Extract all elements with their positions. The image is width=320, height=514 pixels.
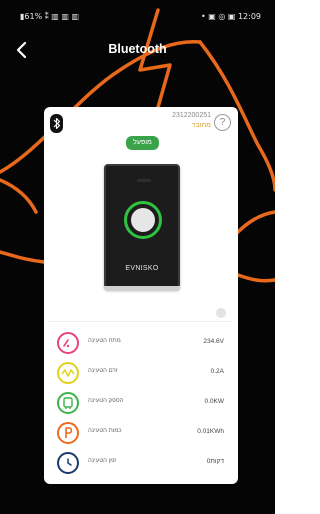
metric-value: 234.6V (203, 338, 224, 345)
indicator-dot (216, 308, 226, 318)
help-icon[interactable]: ? (214, 114, 231, 131)
wave-icon (57, 362, 79, 384)
metric-value: דקות0 (206, 458, 224, 465)
metric-time: זמן הטעינה דקות0 (44, 450, 238, 476)
divider (49, 321, 233, 322)
chevron-left-icon (16, 41, 27, 59)
back-button[interactable] (12, 38, 32, 62)
power-on-toggle[interactable]: מופעל (126, 136, 159, 150)
app-screen: ▮61% ⁑ ▥ ▥ ▥ • ▣ ◎ ▣ 12:09 Bluetooth 231… (0, 0, 275, 514)
charger-device-image: EVNISKO (104, 164, 180, 291)
device-slot (137, 179, 151, 182)
bluetooth-icon (50, 114, 63, 133)
metric-label: זמן הטעינה (88, 458, 117, 464)
status-bar: ▮61% ⁑ ▥ ▥ ▥ • ▣ ◎ ▣ 12:09 (0, 0, 275, 30)
metric-voltage: מתח הטעינה 234.6V (44, 330, 238, 356)
metric-label: הספק הטעינה (88, 398, 124, 404)
gauge-icon (57, 332, 79, 354)
device-base (104, 286, 180, 291)
charger-card: 2312200251 מחובר ? מופעל EVNISKO מתח הטע… (44, 107, 238, 484)
parking-icon (57, 422, 79, 444)
clock-icon (57, 452, 79, 474)
device-serial: 2312200251 (172, 112, 211, 119)
metric-value: 0.2A (210, 368, 224, 375)
metric-value: 0.01KWh (197, 428, 224, 435)
metric-energy: כמות הטעינה 0.01KWh (44, 420, 238, 446)
device-power-button (131, 208, 155, 232)
status-right-indicators: • ▣ ◎ ▣ 12:09 (200, 12, 261, 21)
metric-value: 0.0KW (204, 398, 224, 405)
metric-current: זרם הטעינה 0.2A (44, 360, 238, 386)
metric-label: כמות הטעינה (88, 428, 122, 434)
metric-power: הספק הטעינה 0.0KW (44, 390, 238, 416)
plug-icon (57, 392, 79, 414)
status-left-indicators: ▮61% ⁑ ▥ ▥ ▥ (20, 12, 80, 21)
page-title: Bluetooth (108, 42, 167, 56)
metric-label: זרם הטעינה (88, 368, 118, 374)
metric-label: מתח הטעינה (88, 338, 121, 344)
connection-status: מחובר (191, 122, 211, 129)
device-brand-label: EVNISKO (125, 265, 159, 272)
device-status-ring (124, 201, 162, 239)
